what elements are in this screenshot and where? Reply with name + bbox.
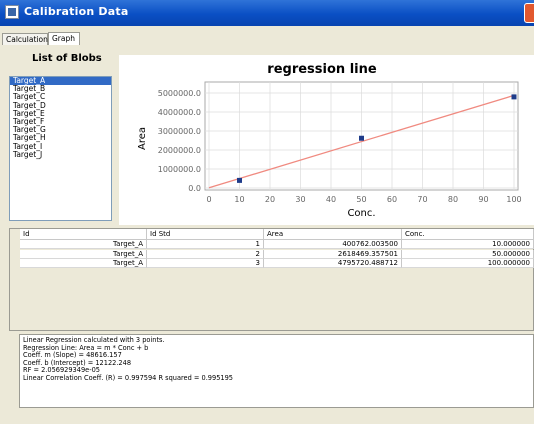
x-tick-label: 30: [295, 195, 305, 204]
x-tick-label: 60: [387, 195, 397, 204]
col-header-conc[interactable]: Conc.: [402, 229, 534, 240]
table-cell: Target_A: [20, 249, 147, 259]
close-button[interactable]: [524, 3, 534, 23]
tab-calculation[interactable]: Calculation: [2, 33, 48, 45]
blob-list[interactable]: Target_A Target_B Target_C Target_D Target_E…: [9, 76, 112, 221]
y-tick-label: 1000000.0: [158, 165, 201, 174]
x-axis-label: Conc.: [347, 208, 375, 219]
result-line: Linear Correlation Coeff. (R) = 0.997594…: [23, 373, 233, 382]
data-point: [511, 94, 517, 100]
y-tick-label: 5000000.0: [158, 89, 201, 98]
regression-chart: 0.0 1000000.0 2000000.0 3000000.0 4000000.0 5…: [137, 81, 522, 219]
col-header-id-std[interactable]: Id Std: [147, 229, 264, 240]
app-icon: [5, 5, 19, 19]
table-cell: 3: [147, 259, 264, 268]
table-cell: 1: [147, 240, 264, 249]
x-tick-label: 70: [417, 195, 427, 204]
window-title: Calibration Data: [24, 5, 129, 18]
x-tick-label: 50: [356, 195, 366, 204]
col-header-id[interactable]: Id: [20, 229, 147, 240]
data-point: [359, 135, 364, 141]
col-header-area[interactable]: Area: [264, 229, 402, 240]
table-cell: 2: [147, 249, 264, 259]
table-cell: Target_A: [20, 240, 147, 249]
y-axis-label: Area: [137, 127, 148, 150]
x-tick-label: 80: [448, 195, 458, 204]
x-tick-label: 90: [478, 195, 488, 204]
x-tick-label: 100: [506, 195, 521, 204]
x-tick-label: 20: [265, 195, 275, 204]
table-cell: 4795720.488712: [264, 259, 402, 268]
table-cell: Target_A: [20, 259, 147, 268]
x-tick-label: 0: [206, 195, 211, 204]
y-tick-label: 0.0: [188, 184, 201, 193]
x-tick-label: 40: [326, 195, 336, 204]
y-tick-label: 4000000.0: [158, 108, 201, 117]
calibration-window: Calibration Data Calculation Graph List …: [0, 0, 534, 424]
tab-graph[interactable]: Graph: [48, 32, 80, 45]
y-tick-label: 3000000.0: [158, 127, 201, 136]
tab-strip: Calculation Graph: [0, 26, 534, 45]
title-bar[interactable]: Calibration Data: [0, 0, 534, 26]
table-cell: 100.000000: [402, 259, 534, 268]
table-cell: 2618469.357501: [264, 249, 402, 259]
x-tick-label: 10: [234, 195, 244, 204]
table-cell: 10.000000: [402, 240, 534, 249]
regression-results: Linear Regression calculated with 3 poin…: [19, 334, 534, 408]
table-cell: 50.000000: [402, 249, 534, 259]
table-cell: 400762.003500: [264, 240, 402, 249]
blob-item[interactable]: Target_J: [10, 150, 111, 159]
y-tick-label: 2000000.0: [158, 146, 201, 155]
data-point: [237, 177, 242, 183]
